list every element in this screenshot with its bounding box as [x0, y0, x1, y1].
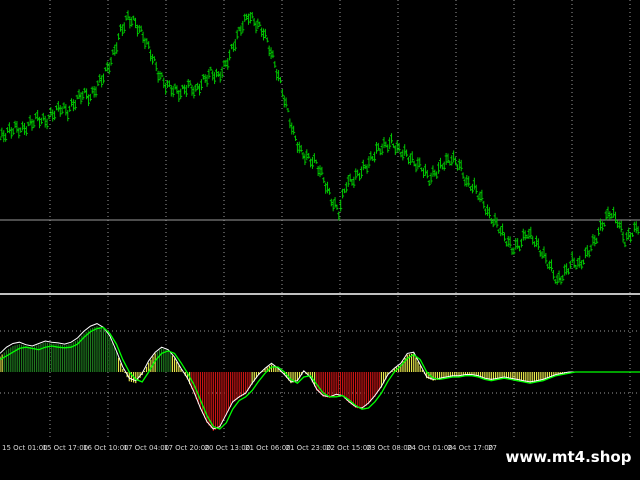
time-axis-label: 17 Oct 04:00 [124, 444, 170, 452]
time-axis-label: 24 Oct 17:00 [448, 444, 494, 452]
time-axis-label: 21 Oct 06:00 [245, 444, 291, 452]
chart-background [0, 0, 640, 480]
time-axis-label: 22 Oct 15:00 [326, 444, 372, 452]
time-axis-label: 24 Oct 01:00 [407, 444, 453, 452]
time-axis-label: 20 Oct 13:00 [205, 444, 251, 452]
time-axis-label: 15 Oct 17:00 [43, 444, 89, 452]
trading-chart[interactable]: 15 Oct 01:0015 Oct 17:0016 Oct 10:0017 O… [0, 0, 640, 480]
watermark-label: www.mt4.shop [497, 443, 640, 471]
time-axis-label: 15 Oct 01:00 [2, 444, 48, 452]
time-axis-label: 17 Oct 20:00 [164, 444, 210, 452]
time-axis-label: 16 Oct 10:00 [83, 444, 129, 452]
time-axis-label: 21 Oct 23:00 [286, 444, 332, 452]
time-axis-label: 23 Oct 08:00 [367, 444, 413, 452]
